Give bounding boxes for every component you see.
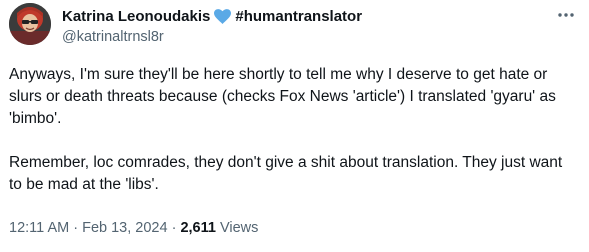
meta-separator: · — [69, 220, 83, 236]
more-options-icon[interactable] — [555, 6, 577, 24]
blue-heart-icon — [214, 9, 232, 24]
avatar[interactable] — [9, 3, 51, 45]
views-label: Views — [219, 220, 259, 236]
author-name-hashtag: #humantranslator — [235, 8, 363, 25]
avatar-image — [9, 3, 51, 45]
tweet-paragraph: Anyways, I'm sure they'll be here shortl… — [9, 66, 556, 127]
views-count: 2,611 — [180, 220, 216, 236]
tweet-time[interactable]: 12:11 AM — [9, 220, 69, 236]
tweet-date[interactable]: Feb 13, 2024 — [82, 220, 167, 236]
tweet-metadata: 12:11 AM · Feb 13, 2024 · 2,611 Views — [9, 220, 258, 236]
author-handle[interactable]: @katrinaltrnsl8r — [62, 29, 164, 45]
author-name-row: Katrina Leonoudakis #humantranslator — [62, 8, 362, 25]
tweet-paragraph: Remember, loc comrades, they don't give … — [9, 154, 563, 193]
author-display-name[interactable]: Katrina Leonoudakis — [62, 8, 210, 25]
meta-separator: · — [167, 220, 181, 236]
tweet-text: Anyways, I'm sure they'll be here shortl… — [9, 64, 579, 196]
tweet-card: Katrina Leonoudakis #humantranslator @ka… — [0, 0, 589, 252]
